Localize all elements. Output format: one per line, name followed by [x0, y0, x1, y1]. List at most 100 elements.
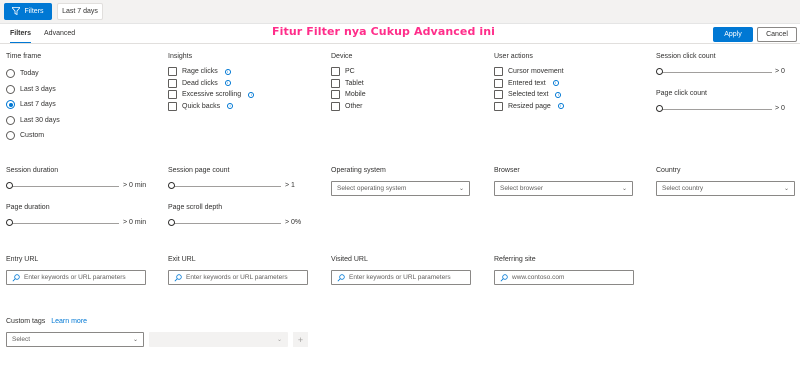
radio-last-30-days[interactable]: Last 30 days — [6, 113, 60, 129]
checkbox[interactable] — [494, 78, 503, 88]
session-click-count-slider[interactable]: > 0 — [656, 66, 791, 78]
slider-thumb[interactable] — [168, 219, 175, 226]
input-placeholder: www.contoso.com — [512, 274, 565, 281]
info-icon[interactable]: i — [555, 91, 562, 98]
session-page-count-slider[interactable]: > 1 — [168, 180, 318, 192]
page-duration-heading: Page duration — [6, 204, 50, 211]
checkbox-entered-text[interactable]: Entered text i — [494, 78, 564, 90]
radio-last-3-days[interactable]: Last 3 days — [6, 82, 60, 98]
slider-thumb[interactable] — [6, 182, 13, 189]
info-icon[interactable]: i — [557, 103, 564, 110]
operating-system-heading: Operating system — [331, 167, 386, 174]
search-icon — [12, 273, 20, 281]
chevron-down-icon: ⌄ — [276, 337, 282, 343]
slider-thumb[interactable] — [6, 219, 13, 226]
slider-thumb[interactable] — [656, 68, 663, 75]
tab-advanced[interactable]: Advanced — [44, 30, 75, 44]
referring-site-input[interactable]: www.contoso.com — [494, 270, 634, 285]
checkbox[interactable] — [331, 67, 340, 77]
filters-button[interactable]: Filters — [4, 3, 52, 20]
user-actions-heading: User actions — [494, 53, 533, 60]
time-frame-heading: Time frame — [6, 53, 42, 60]
tab-filters[interactable]: Filters — [10, 30, 32, 44]
radio-button[interactable] — [6, 84, 15, 94]
insights-heading: Insights — [168, 53, 193, 60]
checkbox[interactable] — [494, 101, 503, 111]
checkbox-excessive-scrolling[interactable]: Excessive scrolling i — [168, 89, 255, 101]
checkbox[interactable] — [331, 78, 340, 88]
operating-system-select[interactable]: Select operating system ⌄ — [331, 181, 470, 196]
top-toolbar: Filters Last 7 days — [0, 0, 800, 24]
info-icon[interactable]: i — [552, 80, 559, 87]
apply-button[interactable]: Apply — [713, 27, 753, 42]
checkbox-rage-clicks[interactable]: Rage clicks i — [168, 66, 254, 78]
country-heading: Country — [656, 167, 681, 174]
info-icon[interactable]: i — [224, 68, 231, 75]
checkbox-mobile[interactable]: Mobile — [331, 89, 366, 101]
info-icon[interactable]: i — [224, 80, 231, 87]
cancel-button[interactable]: Cancel — [757, 27, 797, 42]
radio-custom[interactable]: Custom — [6, 128, 60, 144]
radio-button[interactable] — [6, 131, 15, 141]
time-frame-chip[interactable]: Last 7 days — [57, 3, 103, 20]
visited-url-input[interactable]: Enter keywords or URL parameters — [331, 270, 471, 285]
checkbox[interactable] — [494, 90, 503, 100]
checkbox-other[interactable]: Other — [331, 101, 366, 113]
radio-button[interactable] — [6, 69, 15, 79]
checkbox[interactable] — [331, 101, 340, 111]
page-click-count-heading: Page click count — [656, 90, 707, 97]
slider-value: > 0 min — [123, 182, 147, 189]
custom-tags-label: Custom tags — [6, 318, 46, 325]
info-icon[interactable]: i — [227, 103, 234, 110]
page-click-count-group: Page click count > 0 — [656, 90, 791, 115]
page-scroll-depth-slider[interactable]: > 0% — [168, 217, 318, 229]
slider-thumb[interactable] — [168, 182, 175, 189]
device-heading: Device — [331, 53, 353, 60]
radio-button-checked[interactable] — [6, 100, 15, 110]
learn-more-link[interactable]: Learn more — [51, 318, 87, 325]
visited-url-heading: Visited URL — [331, 256, 368, 263]
session-duration-group: Session duration > 0 min — [6, 167, 156, 192]
checkbox[interactable] — [168, 90, 177, 100]
checkbox-cursor-movement[interactable]: Cursor movement — [494, 66, 564, 78]
session-click-count-group: Session click count > 0 — [656, 53, 791, 78]
checkbox-tablet[interactable]: Tablet — [331, 78, 366, 90]
page-scroll-depth-group: Page scroll depth > 0% — [168, 204, 318, 229]
checkbox-quick-backs[interactable]: Quick backs i — [168, 101, 254, 113]
filters-button-label: Filters — [24, 8, 44, 15]
chevron-down-icon: ⌄ — [132, 337, 138, 343]
checkbox-pc[interactable]: PC — [331, 66, 366, 78]
search-icon — [500, 273, 508, 281]
custom-tags-heading: Custom tags Learn more — [6, 318, 87, 325]
checkbox[interactable] — [168, 101, 177, 111]
session-duration-slider[interactable]: > 0 min — [6, 180, 156, 192]
entry-url-heading: Entry URL — [6, 256, 39, 263]
country-select[interactable]: Select country ⌄ — [656, 181, 795, 196]
checkbox-selected-text[interactable]: Selected text i — [494, 89, 564, 101]
overlay-caption: Fitur Filter nya Cukup Advanced ini — [272, 25, 496, 38]
input-placeholder: Enter keywords or URL parameters — [349, 274, 451, 281]
browser-select[interactable]: Select browser ⌄ — [494, 181, 633, 196]
session-page-count-group: Session page count > 1 — [168, 167, 318, 192]
radio-today[interactable]: Today — [6, 66, 60, 82]
info-icon[interactable]: i — [248, 91, 255, 98]
exit-url-input[interactable]: Enter keywords or URL parameters — [168, 270, 308, 285]
entry-url-input[interactable]: Enter keywords or URL parameters — [6, 270, 146, 285]
custom-tag-select[interactable]: Select ⌄ — [6, 332, 144, 347]
page-click-count-slider[interactable]: > 0 — [656, 103, 791, 115]
checkbox[interactable] — [168, 67, 177, 77]
page-duration-slider[interactable]: > 0 min — [6, 217, 156, 229]
input-placeholder: Enter keywords or URL parameters — [24, 274, 126, 281]
radio-last-7-days[interactable]: Last 7 days — [6, 97, 60, 113]
radio-button[interactable] — [6, 115, 15, 125]
time-frame-group: Time frame Today Last 3 days Last 7 days… — [6, 53, 60, 144]
checkbox[interactable] — [168, 78, 177, 88]
checkbox-resized-page[interactable]: Resized page i — [494, 101, 564, 113]
checkbox-dead-clicks[interactable]: Dead clicks i — [168, 78, 254, 90]
session-duration-heading: Session duration — [6, 167, 59, 174]
session-click-count-heading: Session click count — [656, 53, 716, 60]
add-tag-button[interactable]: + — [293, 332, 308, 347]
slider-thumb[interactable] — [656, 105, 663, 112]
checkbox[interactable] — [331, 90, 340, 100]
checkbox[interactable] — [494, 67, 503, 77]
